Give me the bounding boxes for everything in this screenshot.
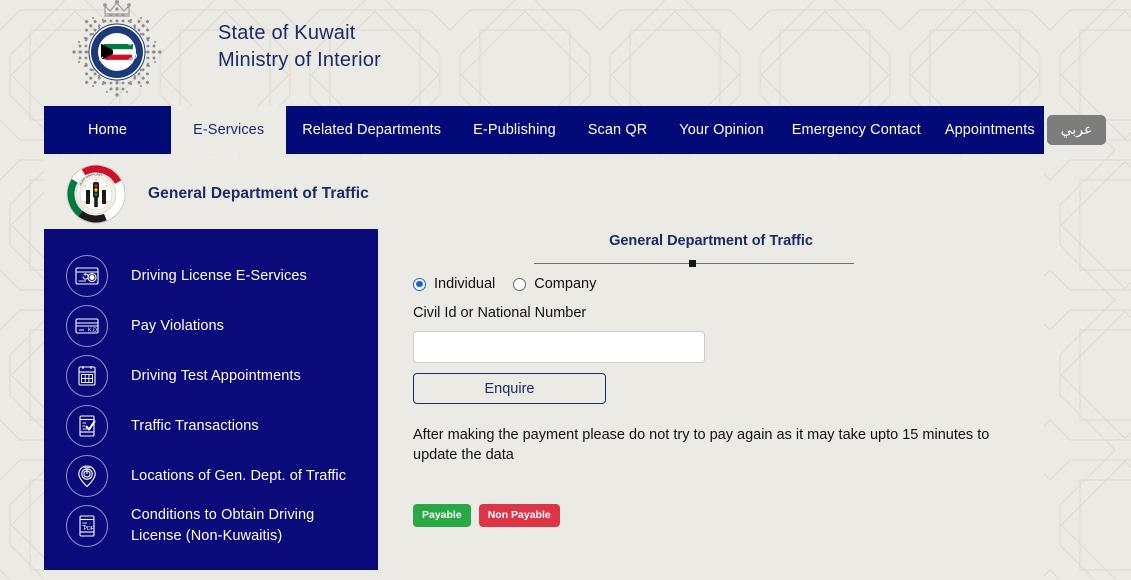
panel-title: General Department of Traffic — [609, 233, 813, 249]
sidebar-item-label: Conditions to Obtain Driving License (No… — [131, 507, 315, 544]
calendar-icon — [66, 355, 108, 397]
general-department-of-traffic-emblem-icon: الإدارة العامة للمرور — [66, 164, 126, 223]
department-header: الإدارة العامة للمرور General Department… — [44, 155, 1044, 232]
sidebar-item-label: Locations of Gen. Dept. of Traffic — [131, 467, 347, 484]
status-legend: Payable Non Payable — [413, 504, 560, 527]
status-badge-non-payable[interactable]: Non Payable — [478, 504, 560, 527]
license-card-icon — [66, 255, 108, 297]
nav-item-e-publishing[interactable]: E-Publishing — [457, 106, 572, 154]
radio-individual[interactable] — [413, 277, 426, 291]
document-check-icon — [66, 405, 108, 447]
payment-card-kd-icon: K.D — [66, 305, 108, 347]
payment-notice-text: After making the payment please do not t… — [413, 427, 990, 463]
radio-company[interactable] — [513, 277, 527, 291]
sidebar-item-label: Pay Violations — [131, 317, 225, 334]
nav-item-your-opinion[interactable]: Your Opinion — [663, 106, 780, 154]
sidebar-item-traffic-transactions[interactable]: Traffic Transactions — [44, 401, 378, 451]
site-brand-title: State of Kuwait Ministry of Interior — [218, 20, 381, 74]
nav-item-e-services[interactable]: E-Services — [171, 106, 287, 154]
sidebar-item-label: Driving Test Appointments — [131, 367, 301, 384]
sidebar-item-label: Driving License E-Services — [131, 267, 307, 284]
brand-line-1: State of Kuwait — [218, 22, 356, 44]
service-form-panel: General Department of Traffic Individual… — [378, 229, 1044, 580]
sidebar-item-conditions-to-obtain-driving-license[interactable]: PDF Conditions to Obtain Driving License… — [44, 501, 378, 551]
map-pin-icon — [66, 455, 108, 497]
sidebar-item-driving-license-e-services[interactable]: Driving License E-Services — [44, 251, 378, 301]
radio-company-label: Company — [534, 276, 597, 292]
page-root: KUWAIT POLICE وزارة الداخلية State of Ku… — [0, 0, 1131, 580]
enquire-button[interactable]: Enquire — [413, 373, 606, 404]
svg-text:K.D: K.D — [88, 327, 97, 333]
sidebar-item-locations-of-gen-dept-of-traffic[interactable]: Locations of Gen. Dept. of Traffic — [44, 451, 378, 501]
department-title: General Department of Traffic — [148, 184, 369, 202]
civil-id-field-label: Civil Id or National Number — [413, 305, 587, 321]
nav-item-emergency-contact[interactable]: Emergency Contact — [780, 106, 933, 154]
main-navigation: Home E-Services Related Departments E-Pu… — [44, 106, 1107, 154]
nav-item-scan-qr[interactable]: Scan QR — [572, 106, 664, 154]
brand-line-2: Ministry of Interior — [218, 49, 381, 71]
sidebar-item-label: Traffic Transactions — [131, 417, 259, 434]
nav-item-appointments[interactable]: Appointments — [933, 106, 1047, 154]
radio-individual-label: Individual — [434, 276, 496, 292]
kuwait-police-emblem-icon: KUWAIT POLICE وزارة الداخلية — [63, 0, 162, 97]
pdf-document-icon: PDF — [66, 505, 108, 547]
sidebar-item-driving-test-appointments[interactable]: Driving Test Appointments — [44, 351, 378, 401]
civil-id-input[interactable] — [413, 331, 705, 363]
svg-text:PDF: PDF — [84, 526, 94, 532]
services-sidebar: Driving License E-Services K.D Pay Viola… — [44, 229, 378, 570]
nav-item-related-departments[interactable]: Related Departments — [286, 106, 457, 154]
sidebar-item-pay-violations[interactable]: K.D Pay Violations — [44, 301, 378, 351]
site-header: KUWAIT POLICE وزارة الداخلية State of Ku… — [0, 0, 1131, 108]
language-toggle-button[interactable]: عربي — [1046, 115, 1107, 145]
status-badge-payable[interactable]: Payable — [413, 504, 471, 527]
nav-item-home[interactable]: Home — [44, 106, 171, 154]
title-divider — [534, 260, 854, 267]
applicant-type-radio-group: Individual Company — [413, 276, 596, 292]
